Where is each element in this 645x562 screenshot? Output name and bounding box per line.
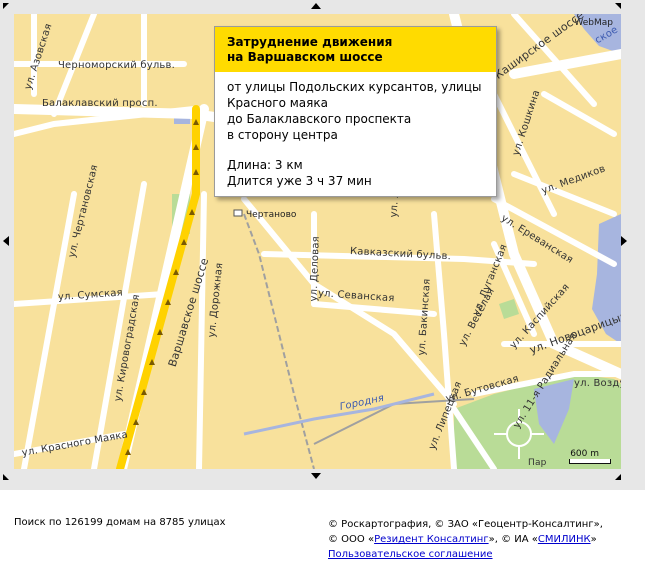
popup-title-line: Затруднение движения xyxy=(227,35,393,49)
provider-logo: WebMap xyxy=(574,18,613,28)
popup-text-line: от улицы Подольских курсантов, улицы xyxy=(227,80,482,94)
copyright-line: Пользовательское соглашение xyxy=(328,547,640,562)
copyright-line: © ООО «Резидент Консалтинг», © ИА «СМИЛИ… xyxy=(328,532,640,547)
pan-top-left-corner-icon[interactable] xyxy=(3,3,9,9)
pan-up-arrow-icon[interactable] xyxy=(311,3,321,9)
user-agreement-link[interactable]: Пользовательское соглашение xyxy=(328,549,493,560)
pan-top-right-corner-icon[interactable] xyxy=(615,3,621,9)
popup-title: Затруднение движения на Варшавском шоссе xyxy=(227,35,484,65)
popup-text-line: Красного маяка xyxy=(227,96,328,110)
station-marker xyxy=(233,209,243,217)
copyright-block: © Роскартография, © ЗАО «Геоцентр-Консал… xyxy=(328,517,640,562)
traffic-info-popup: Затруднение движения на Варшавском шоссе… xyxy=(214,26,497,197)
popup-text-line: в сторону центра xyxy=(227,128,338,142)
rezident-consulting-link[interactable]: Резидент Консалтинг xyxy=(374,534,489,545)
popup-header: Затруднение движения на Варшавском шоссе xyxy=(215,27,496,72)
park-area xyxy=(499,299,519,319)
pan-bottom-right-corner-icon[interactable] xyxy=(615,474,621,480)
smilink-link[interactable]: СМИЛИНК xyxy=(538,534,591,545)
street-label: Пар xyxy=(528,458,547,468)
street-label: Черноморский бульв. xyxy=(58,60,175,71)
scale-bar xyxy=(569,459,611,464)
street-label: Балаклавский просп. xyxy=(42,98,158,109)
search-stats: Поиск по 126199 домам на 8785 улицах xyxy=(14,517,226,528)
pan-right-arrow-icon[interactable] xyxy=(621,236,627,246)
copyright-line: © Роскартография, © ЗАО «Геоцентр-Консал… xyxy=(328,519,603,530)
pan-bottom-left-corner-icon[interactable] xyxy=(3,474,9,480)
pan-left-arrow-icon[interactable] xyxy=(3,236,9,246)
copyright-text: », © ИА « xyxy=(488,534,538,545)
street-label: ул. Возду xyxy=(574,378,621,389)
popup-body: от улицы Подольских курсантов, улицы Кра… xyxy=(215,72,496,189)
copyright-text: © ООО « xyxy=(328,534,375,545)
station-label: Чертаново xyxy=(246,210,297,220)
jam-duration: Длится уже 3 ч 37 мин xyxy=(227,174,372,188)
scale-label: 600 m xyxy=(570,449,599,459)
popup-text-line: до Балаклавского проспекта xyxy=(227,112,412,126)
copyright-text: » xyxy=(590,534,597,545)
popup-title-line: на Варшавском шоссе xyxy=(227,50,383,64)
pan-down-arrow-icon[interactable] xyxy=(311,473,321,479)
map-frame: ул. Азовская Черноморский бульв. Балакла… xyxy=(0,0,645,490)
jam-length: Длина: 3 км xyxy=(227,158,303,172)
